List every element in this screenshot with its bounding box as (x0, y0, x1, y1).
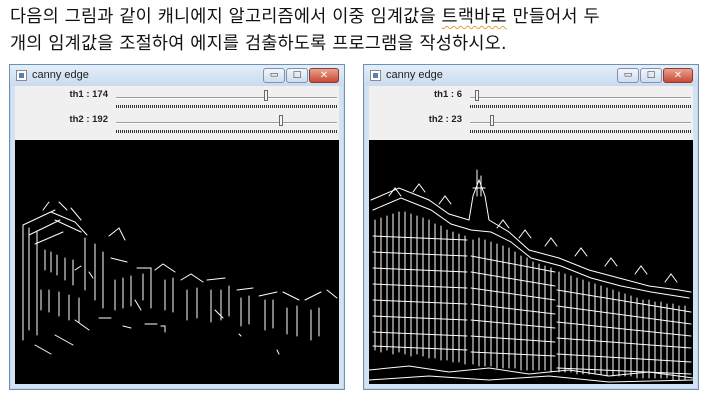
close-button[interactable]: ✕ (309, 68, 339, 83)
close-button[interactable]: ✕ (663, 68, 693, 83)
edge-image-canvas (15, 140, 339, 384)
instruction-line-1: 다음의 그림과 같이 캐니에지 알고리즘에서 이중 임계값을 트랙바로 만들어서… (10, 4, 702, 31)
trackbar-th2-thumb[interactable] (279, 115, 283, 126)
window-titlebar[interactable]: canny edge ▭ □ ✕ (364, 65, 698, 86)
trackbar-th2-track[interactable] (116, 122, 337, 124)
trackbar-th2-thumb[interactable] (490, 115, 494, 126)
minimize-button[interactable]: ▭ (263, 68, 285, 83)
instruction-line-1-end: 만들어서 두 (506, 7, 600, 27)
trackbar-th2-ticks (116, 130, 337, 133)
canny-window-low-threshold[interactable]: canny edge ▭ □ ✕ th1 : 6 th2 : 23 (363, 64, 699, 390)
canny-window-high-threshold[interactable]: canny edge ▭ □ ✕ th1 : 174 th2 : 192 (9, 64, 345, 390)
window-title: canny edge (386, 69, 443, 81)
window-title: canny edge (32, 69, 89, 81)
trackbar-panel: th1 : 174 th2 : 192 (15, 86, 339, 140)
app-icon (370, 70, 381, 81)
window-controls: ▭ □ ✕ (617, 68, 693, 83)
trackbar-th1-label: th1 : 174 (69, 89, 108, 100)
trackbar-th2-ticks (470, 130, 691, 133)
trackbar-th1-thumb[interactable] (264, 90, 268, 101)
trackbar-th2-track[interactable] (470, 122, 691, 124)
trackbar-th2-label: th2 : 23 (428, 114, 462, 125)
trackbar-th2[interactable]: th2 : 23 (369, 111, 693, 135)
trackbar-th1-ticks (116, 105, 337, 108)
edge-image-canvas (369, 140, 693, 384)
app-icon (16, 70, 27, 81)
spellcheck-flagged-word: 트랙바로 (441, 7, 507, 27)
instruction-line-2: 개의 임계값을 조절하여 에지를 검출하도록 프로그램을 작성하시오. (10, 34, 507, 54)
minimize-button[interactable]: ▭ (617, 68, 639, 83)
trackbar-th1-thumb[interactable] (475, 90, 479, 101)
trackbar-th1[interactable]: th1 : 6 (369, 86, 693, 110)
instruction-line-1-start: 다음의 그림과 같이 캐니에지 알고리즘에서 이중 임계값을 (10, 7, 442, 27)
instruction-text: 다음의 그림과 같이 캐니에지 알고리즘에서 이중 임계값을 트랙바로 만들어서… (10, 4, 702, 58)
trackbar-panel: th1 : 6 th2 : 23 (369, 86, 693, 140)
trackbar-th1[interactable]: th1 : 174 (15, 86, 339, 110)
window-titlebar[interactable]: canny edge ▭ □ ✕ (10, 65, 344, 86)
trackbar-th1-track[interactable] (116, 97, 337, 99)
maximize-button[interactable]: □ (286, 68, 308, 83)
trackbar-th1-track[interactable] (470, 97, 691, 99)
maximize-button[interactable]: □ (640, 68, 662, 83)
trackbar-th2[interactable]: th2 : 192 (15, 111, 339, 135)
window-controls: ▭ □ ✕ (263, 68, 339, 83)
edge-image-sparse (22, 201, 338, 355)
edge-image-dense (369, 169, 693, 383)
trackbar-th2-label: th2 : 192 (69, 114, 108, 125)
trackbar-th1-label: th1 : 6 (434, 89, 462, 100)
trackbar-th1-ticks (470, 105, 691, 108)
